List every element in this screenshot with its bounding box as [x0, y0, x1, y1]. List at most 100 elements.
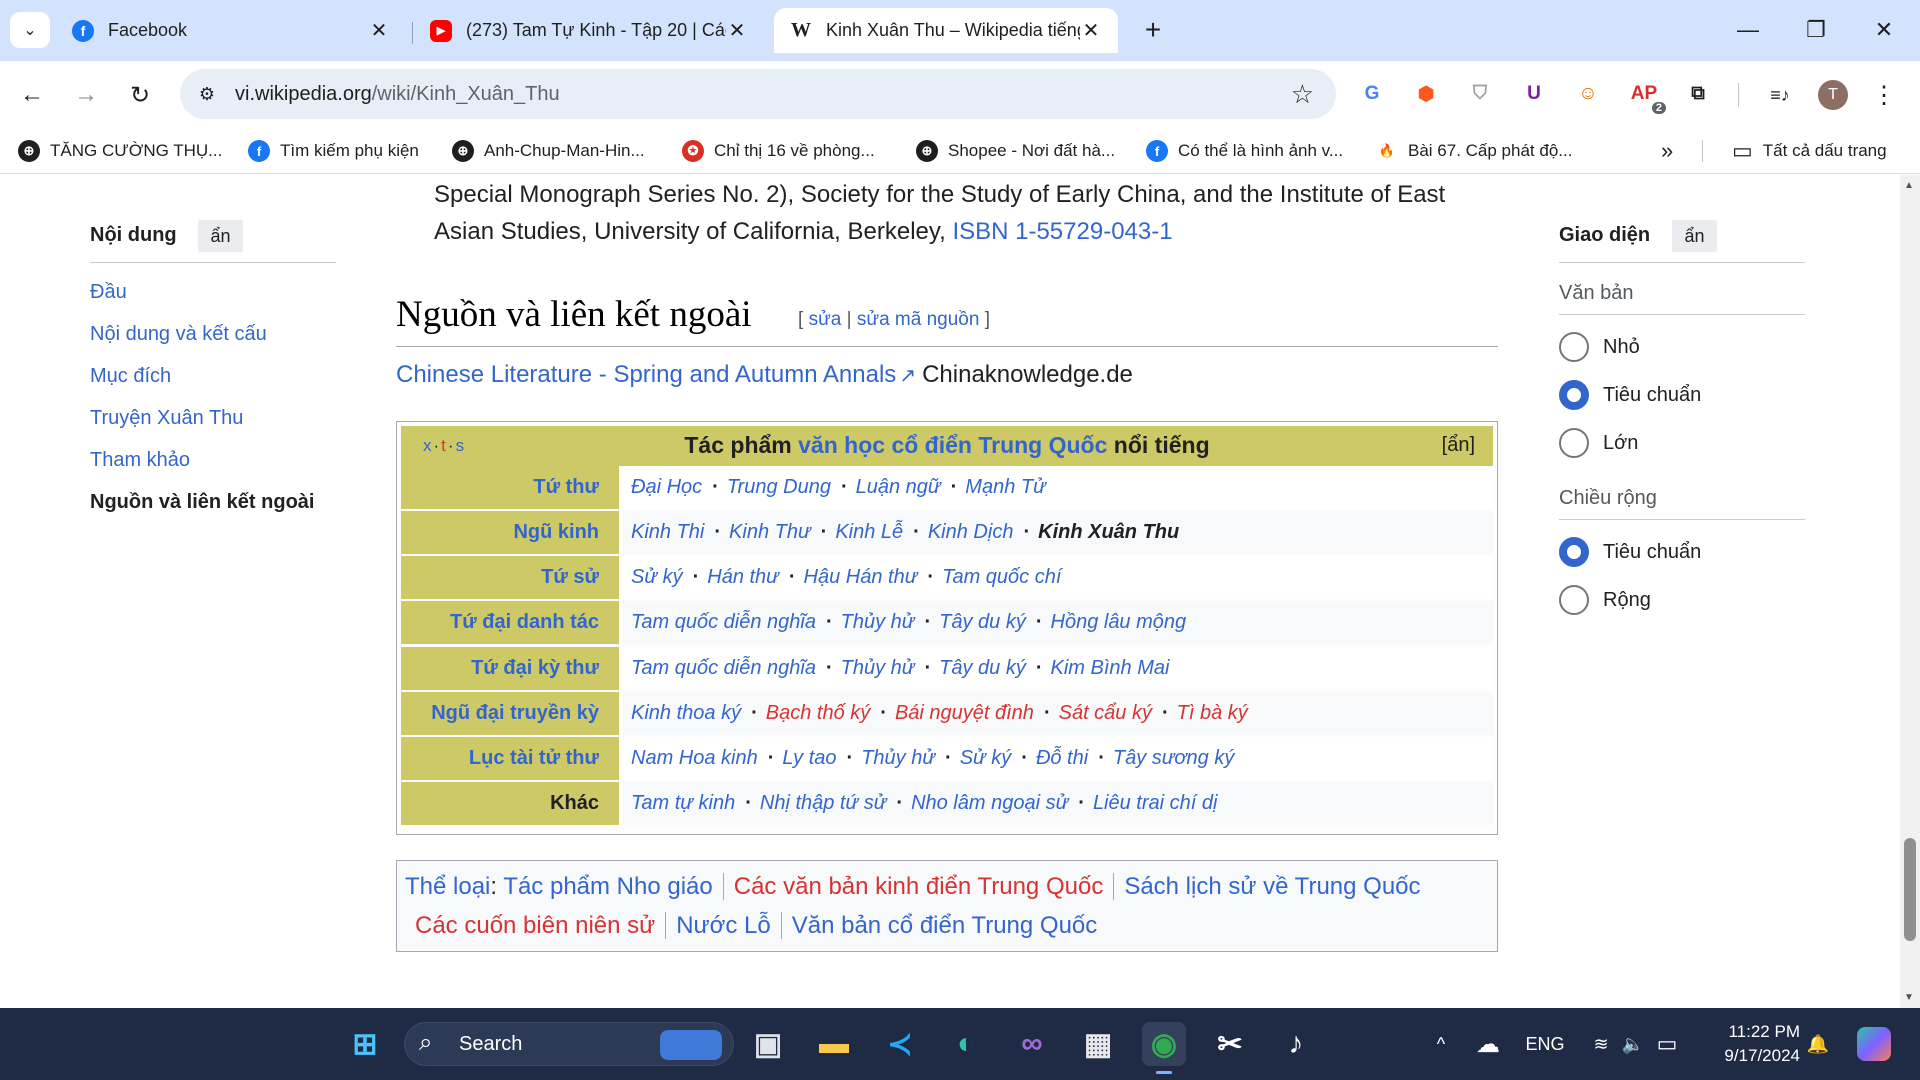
navbox-item-link[interactable]: Trung Dung	[727, 476, 831, 498]
navbox-item-link[interactable]: Tây du ký	[939, 657, 1026, 679]
navbox-item-link[interactable]: Tì bà ký	[1177, 702, 1248, 724]
navbox-item-link[interactable]: Luận ngữ	[856, 476, 941, 498]
edit-template-link[interactable]: s	[456, 436, 467, 455]
tab-wikipedia[interactable]: W Kinh Xuân Thu – Wikipedia tiếng ✕	[774, 8, 1118, 53]
navbox-item-link[interactable]: Thủy hử	[861, 747, 935, 769]
categories-label[interactable]: Thể loại	[405, 873, 490, 900]
extension-button[interactable]: ☺	[1572, 78, 1604, 110]
forward-button[interactable]: →	[68, 77, 104, 113]
navbox-item-link[interactable]: Nho lâm ngoại sử	[911, 792, 1068, 814]
tab-youtube[interactable]: ▶ (273) Tam Tự Kinh - Tập 20 | Các ✕	[414, 8, 764, 53]
width-option[interactable]: Rộng	[1559, 585, 1651, 615]
notifications-button[interactable]: 🔔	[1802, 1008, 1834, 1080]
extension-button[interactable]: ⧉	[1682, 78, 1714, 110]
navbox-item-link[interactable]: Tam quốc chí	[942, 566, 1061, 588]
back-button[interactable]: ←	[14, 77, 50, 113]
navbox-group-label[interactable]: Tứ đại danh tác	[401, 601, 619, 644]
navbox-group-label[interactable]: Tứ thư	[401, 466, 619, 509]
bookmark-item[interactable]: ✪ Chỉ thị 16 về phòng...	[682, 136, 875, 166]
navbox-item-link[interactable]: Bạch thố ký	[766, 702, 871, 724]
category-link[interactable]: Sách lịch sử về Trung Quốc	[1113, 873, 1431, 900]
taskbar-search[interactable]: ⌕ Search	[404, 1022, 734, 1066]
tab-search-button[interactable]: ⌄	[10, 12, 50, 48]
scrollbar-thumb[interactable]	[1904, 838, 1916, 941]
edge-button[interactable]: ◐	[944, 1022, 988, 1066]
bookmark-item[interactable]: ⊕ Shopee - Nơi đất hà...	[916, 136, 1115, 166]
navbox-group-label[interactable]: Ngũ kinh	[401, 511, 619, 554]
navbox-item-link[interactable]: Kinh Thi	[631, 521, 704, 543]
tiktok-button[interactable]: ♪	[1274, 1022, 1318, 1066]
navbox-item-link[interactable]: Sát cẩu ký	[1059, 702, 1152, 724]
page-scrollbar[interactable]: ▲ ▼	[1900, 175, 1920, 1008]
start-windows-button[interactable]: ⊞	[343, 1022, 387, 1066]
navbox-item-link[interactable]: Thủy hử	[841, 657, 915, 679]
close-tab-icon[interactable]: ✕	[368, 18, 390, 43]
profile-avatar[interactable]: T	[1818, 80, 1848, 110]
battery-status[interactable]: ▭	[1652, 1008, 1682, 1080]
scroll-up-icon[interactable]: ▲	[1904, 180, 1914, 191]
wifi-status[interactable]: ≋	[1586, 1008, 1616, 1080]
chrome-button[interactable]: ◉	[1142, 1022, 1186, 1074]
close-tab-icon[interactable]: ✕	[1080, 18, 1102, 43]
category-link[interactable]: Tác phẩm Nho giáo	[503, 873, 722, 900]
navbox-item-link[interactable]: Sử ký	[631, 566, 683, 588]
task-view-button[interactable]: ▣	[746, 1022, 790, 1066]
navbox-item-link[interactable]: Mạnh Tử	[965, 476, 1045, 498]
navbox-item-link[interactable]: Kinh thoa ký	[631, 702, 741, 724]
toc-hide-button[interactable]: ẩn	[198, 220, 243, 252]
navbox-item-link[interactable]: Bái nguyệt đình	[895, 702, 1034, 724]
toc-item-references[interactable]: Tham khảo	[90, 449, 190, 472]
external-link[interactable]: Chinese Literature - Spring and Autumn A…	[396, 361, 896, 388]
all-bookmarks-button[interactable]: ▭ Tất cả dấu trang	[1732, 136, 1887, 166]
navbox-item-link[interactable]: Liêu trai chí dị	[1093, 792, 1218, 814]
navbox-item-link[interactable]: Nam Hoa kinh	[631, 747, 758, 769]
bookmark-star-icon[interactable]: ☆	[1291, 79, 1314, 110]
radio-button[interactable]	[1559, 537, 1589, 567]
navbox-item-link[interactable]: Tây sương ký	[1113, 747, 1234, 769]
talk-template-link[interactable]: t	[441, 436, 448, 455]
navbox-item-link[interactable]: Kinh Dịch	[928, 521, 1014, 543]
navbox-item-link[interactable]: Hậu Hán thư	[804, 566, 918, 588]
navbox-item-link[interactable]: Hồng lâu mộng	[1051, 611, 1187, 633]
calendar-app-button[interactable]: ▦	[1076, 1022, 1120, 1066]
radio-button[interactable]	[1559, 585, 1589, 615]
navbox-title-link[interactable]: văn học cổ điển Trung Quốc	[798, 432, 1107, 458]
navbox-item-link[interactable]: Nhị thập tứ sử	[760, 792, 887, 814]
extension-button[interactable]: U	[1518, 78, 1550, 110]
navbox-group-label[interactable]: Ngũ đại truyền kỳ	[401, 692, 619, 735]
category-link[interactable]: Nước Lỗ	[665, 912, 781, 939]
language-indicator[interactable]: ENG	[1520, 1008, 1570, 1080]
radio-button[interactable]	[1559, 380, 1589, 410]
vscode-button[interactable]: ≺	[878, 1022, 922, 1066]
extension-button[interactable]: ⬢	[1410, 78, 1442, 110]
navbox-item-link[interactable]: Tam tự kinh	[631, 792, 735, 814]
extension-button[interactable]: G	[1356, 78, 1388, 110]
copilot-button[interactable]	[1852, 1008, 1896, 1080]
restore-button[interactable]: ❐	[1788, 10, 1844, 50]
navbox-item-link[interactable]: Tây du ký	[939, 611, 1026, 633]
category-link[interactable]: Các văn bản kinh điển Trung Quốc	[722, 873, 1114, 900]
category-link[interactable]: Các cuốn biên niên sử	[405, 912, 665, 939]
address-bar[interactable]: ⚙ vi.wikipedia.org/wiki/Kinh_Xuân_Thu ☆	[180, 69, 1336, 119]
view-template-link[interactable]: x	[423, 436, 434, 455]
extension-button[interactable]: ⛉	[1464, 78, 1496, 110]
toc-item-commentaries[interactable]: Truyện Xuân Thu	[90, 407, 243, 430]
navbox-hide-toggle[interactable]: [ẩn]	[1442, 434, 1475, 457]
reload-button[interactable]: ↻	[122, 77, 158, 113]
navbox-item-link[interactable]: Tam quốc diễn nghĩa	[631, 657, 816, 679]
browser-menu-button[interactable]: ⋮	[1866, 77, 1902, 113]
extension-button[interactable]: AP 2	[1628, 78, 1666, 114]
category-link[interactable]: Văn bản cổ điển Trung Quốc	[780, 912, 1108, 939]
navbox-item-link[interactable]: Kinh Thư	[729, 521, 811, 543]
close-window-button[interactable]: ✕	[1856, 10, 1912, 50]
toc-item-content-structure[interactable]: Nội dung và kết cấu	[90, 323, 267, 346]
text-size-option[interactable]: Lớn	[1559, 428, 1638, 458]
clock[interactable]: 11:22 PM 9/17/2024	[1724, 1020, 1800, 1068]
file-explorer-button[interactable]: ▬	[812, 1022, 856, 1066]
toc-item-top[interactable]: Đầu	[90, 281, 127, 304]
bookmark-item[interactable]: f Tìm kiếm phụ kiện	[248, 136, 419, 166]
media-control-button[interactable]: ≡♪	[1762, 77, 1798, 113]
navbox-item-link[interactable]: Tam quốc diễn nghĩa	[631, 611, 816, 633]
text-size-option[interactable]: Tiêu chuẩn	[1559, 380, 1701, 410]
navbox-item-link[interactable]: Sử ký	[960, 747, 1012, 769]
